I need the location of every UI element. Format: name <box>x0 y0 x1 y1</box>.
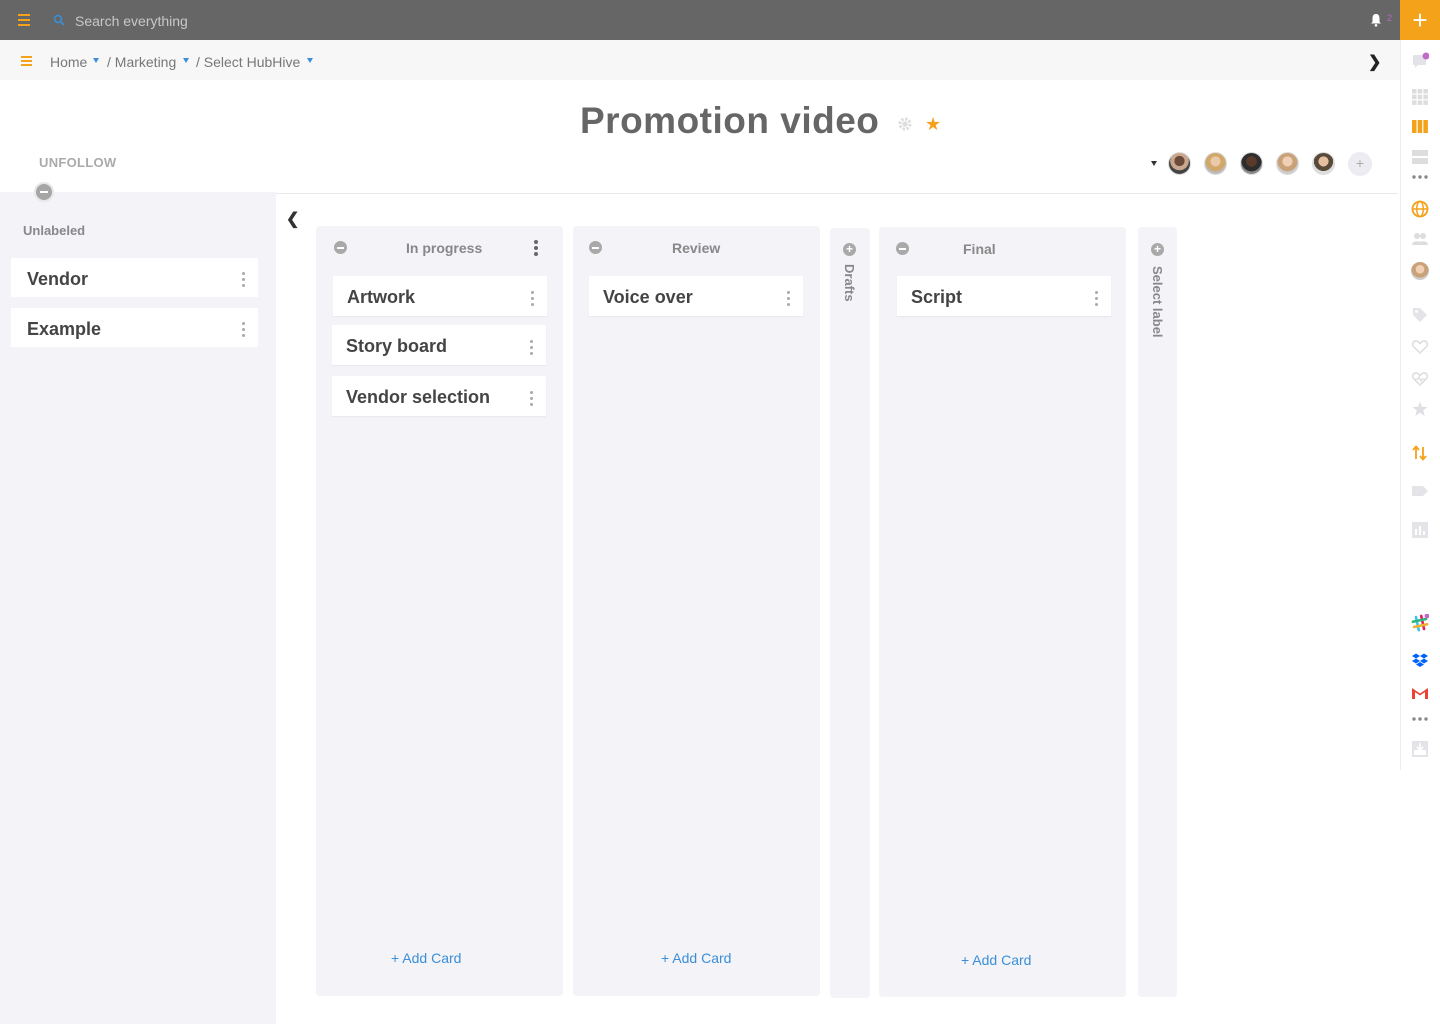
column-title: Review <box>672 240 721 256</box>
add-button[interactable]: + <box>1400 0 1440 40</box>
chart-icon[interactable] <box>1411 521 1429 539</box>
chevron-down-icon[interactable] <box>93 58 99 63</box>
sort-icon[interactable] <box>1411 444 1429 462</box>
column-options-icon[interactable] <box>534 240 538 256</box>
more-options-icon[interactable] <box>242 272 246 288</box>
chevron-right-icon[interactable]: ❯ <box>1368 52 1381 72</box>
column-title: Select label <box>1150 266 1165 338</box>
more-options-icon[interactable] <box>531 291 535 307</box>
globe-icon[interactable] <box>1411 200 1429 218</box>
card-title: Story board <box>346 336 448 356</box>
more-integrations-icon[interactable] <box>1411 710 1429 728</box>
expand-column-icon[interactable]: + <box>1151 243 1164 256</box>
column-title: Final <box>963 241 996 257</box>
card[interactable]: Script <box>897 276 1111 316</box>
add-member-button[interactable]: + <box>1348 152 1372 176</box>
add-card-button[interactable]: + Add Card <box>391 950 461 966</box>
more-options-icon[interactable] <box>530 391 534 407</box>
more-options-icon[interactable] <box>530 340 534 356</box>
members-dropdown-icon[interactable] <box>1151 161 1157 166</box>
gear-icon[interactable] <box>897 116 913 132</box>
top-bar: Search everything 2 + <box>0 0 1440 40</box>
star-icon[interactable]: ★ <box>925 114 941 135</box>
column-final <box>879 227 1126 997</box>
column-drafts-collapsed[interactable] <box>830 228 870 998</box>
notification-count: 2 <box>1387 13 1393 23</box>
card[interactable]: Story board <box>332 325 546 365</box>
heart-pulse-icon[interactable] <box>1411 370 1429 388</box>
page-title: Promotion video <box>580 100 880 141</box>
card-title: Vendor <box>27 269 89 289</box>
chevron-down-icon[interactable] <box>183 58 189 63</box>
more-options-icon[interactable] <box>242 322 246 338</box>
add-card-button[interactable]: + Add Card <box>661 950 731 966</box>
list-item[interactable]: Example <box>11 308 258 347</box>
card-title: Vendor selection <box>346 387 491 407</box>
sidebar-menu-icon[interactable] <box>21 56 32 68</box>
avatar[interactable] <box>1204 152 1227 175</box>
list-item[interactable]: Vendor <box>11 258 258 297</box>
breadcrumb-select-hubhive[interactable]: / Select HubHive <box>196 54 300 70</box>
chevron-down-icon[interactable] <box>307 58 313 63</box>
right-rail <box>1400 40 1440 770</box>
column-title: Drafts <box>842 264 857 302</box>
grid-view-icon[interactable] <box>1411 88 1429 106</box>
avatar[interactable] <box>1411 262 1429 280</box>
chat-icon[interactable] <box>1411 52 1429 70</box>
breadcrumb-bar: Home / Marketing / Select HubHive ❯ <box>0 40 1400 80</box>
card-title: Script <box>911 287 963 307</box>
card-title: Artwork <box>347 287 416 307</box>
slack-icon[interactable] <box>1411 614 1429 632</box>
collapse-column-icon[interactable] <box>589 241 602 254</box>
collapse-column-icon[interactable] <box>896 242 909 255</box>
unlabeled-heading: Unlabeled <box>23 223 86 238</box>
column-select-label-collapsed[interactable] <box>1138 227 1177 997</box>
team-icon[interactable] <box>1411 230 1429 248</box>
collapse-panel-icon[interactable] <box>34 182 54 202</box>
column-review <box>573 226 820 996</box>
search-icon <box>53 14 65 26</box>
board-view-icon[interactable] <box>1411 118 1429 136</box>
card[interactable]: Vendor selection <box>332 376 546 416</box>
expand-column-icon[interactable]: + <box>843 243 856 256</box>
label-icon[interactable] <box>1411 482 1429 500</box>
more-options-icon[interactable] <box>787 291 791 307</box>
tag-icon[interactable] <box>1411 306 1429 324</box>
avatar[interactable] <box>1276 152 1299 175</box>
import-icon[interactable] <box>1411 740 1429 758</box>
card-title: Voice over <box>603 287 693 307</box>
bell-icon[interactable] <box>1369 13 1383 27</box>
card[interactable]: Artwork <box>333 276 547 316</box>
chevron-left-icon[interactable]: ❮ <box>286 209 299 229</box>
column-title: In progress <box>406 240 483 256</box>
heart-icon[interactable] <box>1411 338 1429 356</box>
collapse-column-icon[interactable] <box>334 241 347 254</box>
card-title: Example <box>27 319 102 339</box>
card[interactable]: Voice over <box>589 276 803 316</box>
dropbox-icon[interactable] <box>1411 652 1429 670</box>
avatar[interactable] <box>1240 152 1263 175</box>
avatar[interactable] <box>1312 152 1335 175</box>
more-views-icon[interactable] <box>1411 168 1429 186</box>
breadcrumb-marketing[interactable]: / Marketing <box>107 54 176 70</box>
list-view-icon[interactable] <box>1411 148 1429 166</box>
unfollow-button[interactable]: UNFOLLOW <box>39 155 117 170</box>
divider <box>276 193 1398 194</box>
gmail-icon[interactable] <box>1411 684 1429 702</box>
star-icon[interactable] <box>1411 400 1429 418</box>
search-input[interactable]: Search everything <box>75 13 188 29</box>
avatar[interactable] <box>1168 152 1191 175</box>
hamburger-menu-icon[interactable] <box>18 14 34 26</box>
more-options-icon[interactable] <box>1095 291 1099 307</box>
breadcrumb-home[interactable]: Home <box>50 54 87 70</box>
add-card-button[interactable]: + Add Card <box>961 952 1031 968</box>
